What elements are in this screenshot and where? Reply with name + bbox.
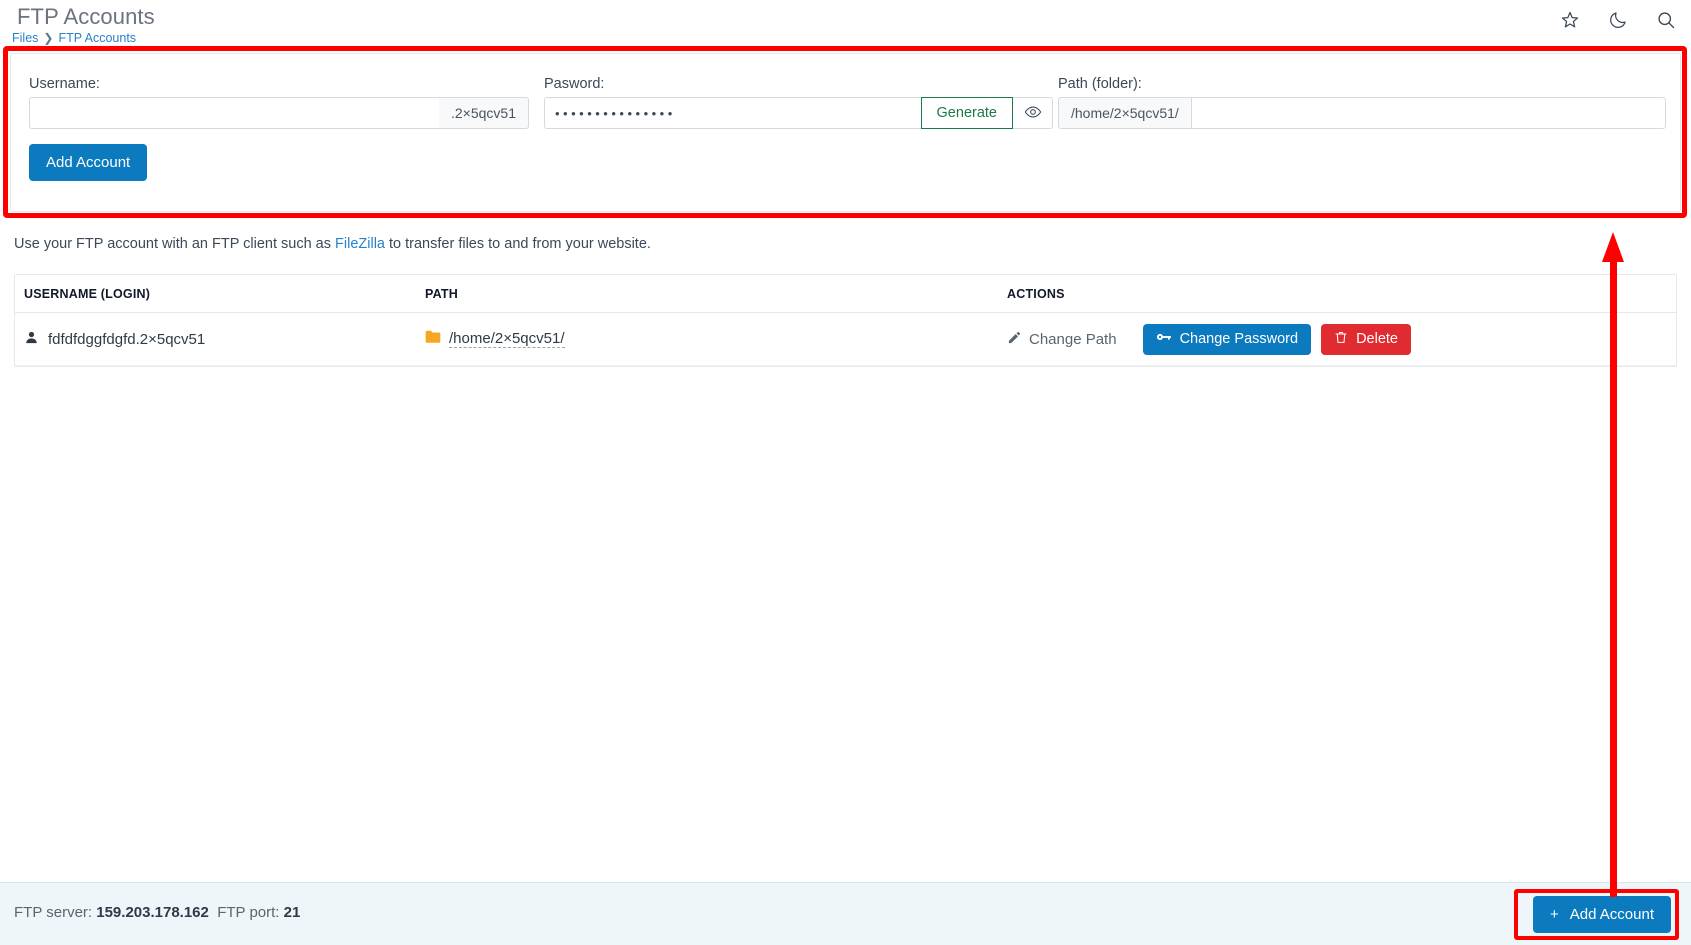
breadcrumb-separator: ❯ [43, 31, 54, 45]
cell-actions: Change Path Change Password Delete [1007, 323, 1676, 355]
breadcrumb: Files ❯ FTP Accounts [12, 31, 136, 45]
breadcrumb-item-files[interactable]: Files [12, 31, 38, 45]
add-account-submit-button[interactable]: Add Account [29, 144, 148, 181]
password-field-group: Pasword: ••••••••••••••• Generate [544, 76, 1053, 129]
toggle-password-visibility-button[interactable] [1013, 97, 1053, 129]
cell-username: fdfdfdggfdgfd.2×5qcv51 [15, 330, 425, 349]
delete-label: Delete [1356, 331, 1398, 347]
eye-icon [1024, 103, 1042, 124]
ftp-accounts-table: USERNAME (LOGIN) PATH ACTIONS fdfdfdggfd… [14, 274, 1677, 367]
breadcrumb-item-ftp-accounts[interactable]: FTP Accounts [58, 31, 136, 45]
user-icon [24, 330, 39, 349]
generate-password-button[interactable]: Generate [920, 97, 1013, 129]
path-value-link[interactable]: /home/2×5qcv51/ [449, 330, 565, 348]
change-password-button[interactable]: Change Password [1142, 323, 1312, 355]
header-icon-group [1559, 9, 1677, 31]
page-footer: FTP server: 159.203.178.162 FTP port: 21… [0, 882, 1691, 945]
key-icon [1156, 331, 1172, 347]
column-header-username: USERNAME (LOGIN) [24, 286, 151, 301]
helper-text-before: Use your FTP account with an FTP client … [14, 236, 336, 252]
plus-icon: + [1550, 906, 1559, 923]
footer-add-account-label: Add Account [1569, 906, 1654, 923]
pencil-icon [1007, 330, 1022, 349]
table-row: fdfdfdggfdgfd.2×5qcv51 /home/2×5qcv51/ C… [15, 313, 1676, 366]
folder-icon [425, 330, 441, 348]
column-header-path: PATH [425, 286, 458, 301]
favorite-icon[interactable] [1559, 9, 1581, 31]
footer-add-account-button[interactable]: + Add Account [1533, 896, 1671, 933]
ftp-port-value: 21 [283, 904, 301, 921]
change-path-button[interactable]: Change Path [1007, 330, 1117, 349]
path-field-group: Path (folder): /home/2×5qcv51/ [1058, 76, 1666, 129]
add-account-form: Username: .2×5qcv51 Pasword: •••••••••••… [10, 53, 1681, 212]
ftp-server-label: FTP server: [14, 904, 93, 921]
username-field-group: Username: .2×5qcv51 [29, 76, 529, 129]
cell-path: /home/2×5qcv51/ [425, 330, 1007, 348]
username-suffix: .2×5qcv51 [439, 97, 529, 129]
annotation-arrow-head [1602, 232, 1624, 262]
change-path-label: Change Path [1029, 330, 1117, 348]
username-label: Username: [29, 76, 100, 92]
change-password-label: Change Password [1179, 331, 1299, 347]
search-icon[interactable] [1655, 9, 1677, 31]
ftp-port-label: FTP port: [217, 904, 280, 921]
path-input[interactable] [1190, 97, 1666, 129]
ftp-accounts-page: FTP Accounts Files ❯ FTP Accounts Userna… [0, 0, 1691, 945]
dark-mode-icon[interactable] [1607, 9, 1629, 31]
password-label: Pasword: [544, 76, 605, 92]
username-input[interactable] [29, 97, 439, 129]
username-value: fdfdfdggfdgfd.2×5qcv51 [48, 330, 206, 348]
helper-text-after: to transfer files to and from your websi… [384, 236, 651, 252]
helper-text: Use your FTP account with an FTP client … [14, 236, 651, 252]
ftp-server-value: 159.203.178.162 [96, 904, 209, 921]
password-input[interactable]: ••••••••••••••• [544, 97, 921, 129]
filezilla-link[interactable]: FileZilla [335, 236, 385, 252]
column-header-actions: ACTIONS [1007, 286, 1065, 301]
table-header-row: USERNAME (LOGIN) PATH ACTIONS [15, 275, 1676, 313]
ftp-connection-info: FTP server: 159.203.178.162 FTP port: 21 [14, 904, 300, 921]
page-header: FTP Accounts Files ❯ FTP Accounts [0, 0, 1691, 46]
path-label: Path (folder): [1058, 76, 1142, 92]
page-title: FTP Accounts [17, 4, 155, 29]
delete-button[interactable]: Delete [1321, 323, 1411, 355]
path-prefix: /home/2×5qcv51/ [1058, 97, 1191, 129]
trash-icon [1334, 330, 1348, 349]
